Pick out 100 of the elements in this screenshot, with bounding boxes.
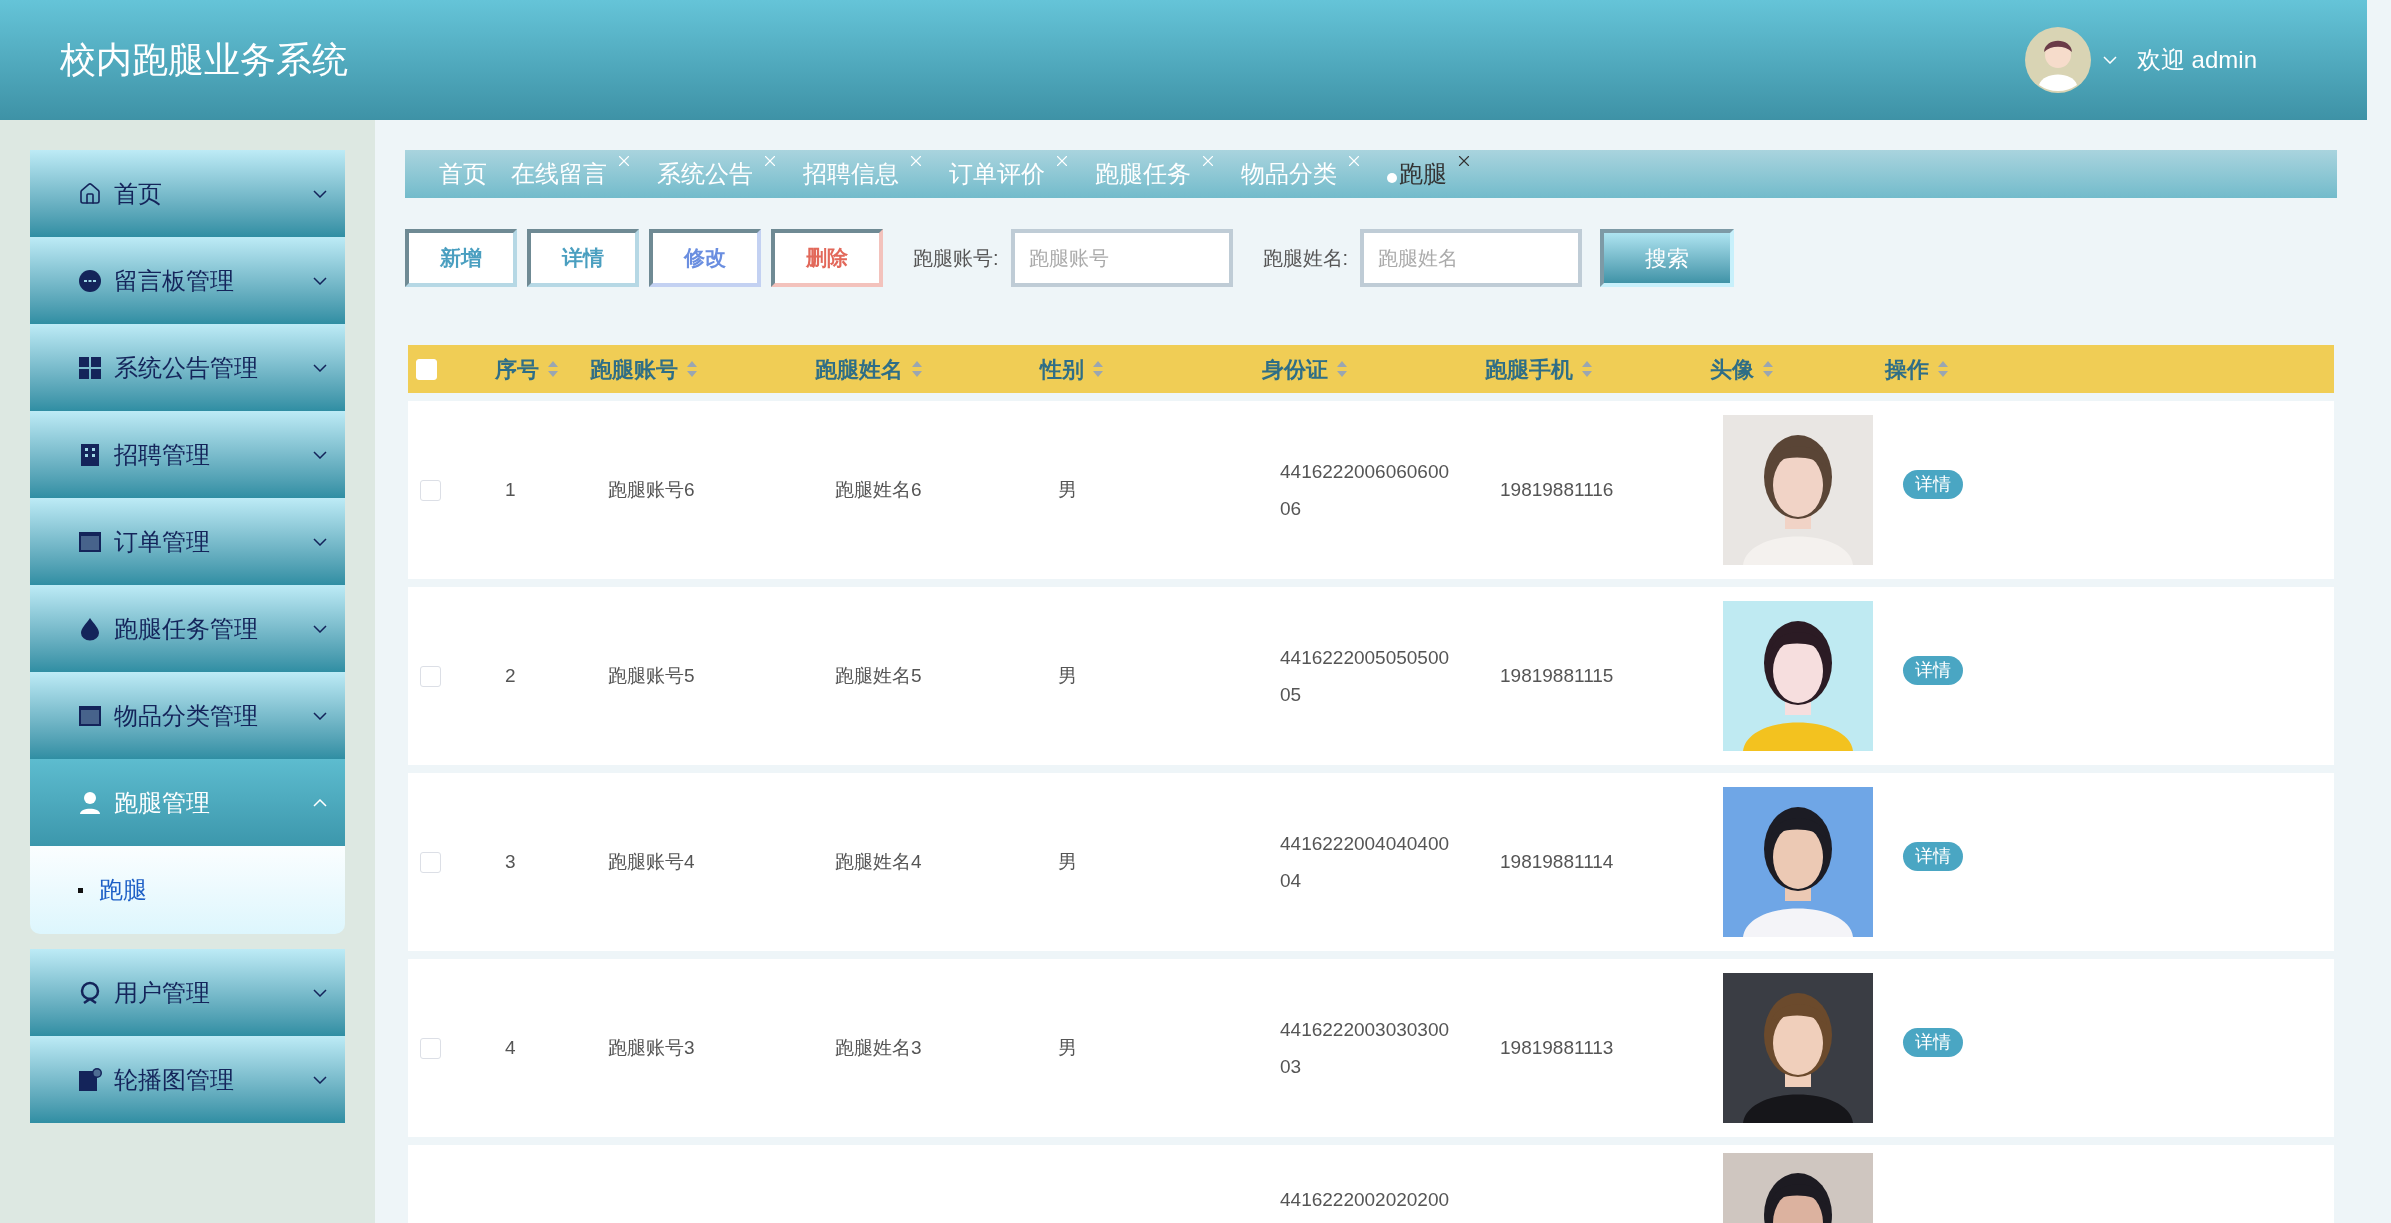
chevron-down-icon	[313, 711, 327, 720]
sort-icon[interactable]	[686, 360, 698, 378]
card-icon	[78, 529, 102, 554]
sort-icon[interactable]	[1937, 360, 1949, 378]
action-button[interactable]: 详情	[527, 229, 639, 287]
table-cell: 3	[505, 850, 516, 872]
chevron-down-icon	[313, 537, 327, 546]
filter-label: 跑腿姓名:	[1262, 246, 1349, 271]
sort-icon[interactable]	[1092, 360, 1104, 378]
sort-icon[interactable]	[911, 360, 923, 378]
column-header[interactable]: 操作	[1885, 352, 1929, 386]
table-cell: 跑腿姓名4	[835, 850, 922, 872]
detail-button[interactable]: 详情	[1903, 469, 1963, 499]
column-header[interactable]: 头像	[1710, 352, 1754, 386]
menu-item[interactable]: 首页	[30, 150, 345, 237]
menu-item[interactable]: 留言板管理	[30, 237, 345, 324]
menu-item[interactable]: 订单管理	[30, 498, 345, 585]
table-cell: 跑腿姓名5	[835, 664, 922, 686]
search-field[interactable]: 跑腿账号	[1010, 229, 1233, 287]
column-header[interactable]: 跑腿姓名	[815, 352, 903, 386]
chevron-up-icon	[313, 798, 327, 807]
table-cell: 19819881114	[1500, 850, 1614, 872]
image-icon	[78, 1067, 102, 1092]
table-cell: 4	[505, 1036, 516, 1058]
person-icon	[78, 790, 102, 815]
table-cell: 19819881116	[1500, 478, 1614, 500]
chevron-down-icon	[313, 1075, 327, 1084]
table-cell: 跑腿账号5	[608, 664, 695, 686]
table-cell-text: 4416222003030300	[1280, 1018, 1451, 1042]
drop-icon	[78, 616, 102, 641]
search-field[interactable]: 跑腿姓名	[1360, 229, 1583, 287]
table-cell: 1	[505, 478, 516, 500]
app-title: 校内跑腿业务系统	[60, 38, 348, 82]
grid-icon	[78, 355, 102, 380]
column-header[interactable]: 跑腿手机	[1485, 352, 1573, 386]
home-icon	[78, 181, 102, 206]
chevron-down-icon	[313, 363, 327, 372]
action-button[interactable]: 新增	[405, 229, 517, 287]
sort-icon[interactable]	[1336, 360, 1348, 378]
search-button[interactable]: 搜索	[1600, 229, 1735, 287]
chevron-down-icon	[313, 624, 327, 633]
building-icon	[78, 442, 102, 467]
detail-button[interactable]: 详情	[1903, 655, 1963, 685]
tab[interactable]: 首页	[439, 156, 487, 192]
sort-icon[interactable]	[547, 360, 559, 378]
chat-bubble-icon	[78, 268, 102, 293]
table-cell-text: 4416222004040400	[1280, 832, 1451, 856]
badge-icon	[78, 980, 102, 1005]
table-cell: 19819881115	[1500, 664, 1614, 686]
tab[interactable]: 招聘信息	[803, 156, 925, 192]
table-cell: 跑腿姓名6	[835, 478, 922, 500]
chevron-down-icon	[313, 189, 327, 198]
table-cell-text: 03	[1280, 1055, 1303, 1079]
table-cell: 男	[1058, 850, 1077, 872]
menu-item[interactable]: 跑腿任务管理	[30, 585, 345, 672]
table-cell-text: 4416222002020200	[1280, 1188, 1451, 1212]
column-header[interactable]: 序号	[495, 352, 539, 386]
table-cell: 19819881113	[1500, 1036, 1614, 1058]
menu-item[interactable]: 招聘管理	[30, 411, 345, 498]
menu-item[interactable]: 用户管理	[30, 949, 345, 1036]
checkbox[interactable]	[420, 1037, 441, 1059]
column-header[interactable]: 身份证	[1262, 352, 1328, 386]
table-cell-text: 05	[1280, 683, 1303, 707]
submenu-item[interactable]: 跑腿	[78, 872, 345, 908]
table-cell: 跑腿账号3	[608, 1036, 695, 1058]
action-button[interactable]: 删除	[771, 229, 883, 287]
tab[interactable]: 跑腿	[1387, 156, 1473, 192]
table-cell-text: 04	[1280, 869, 1303, 893]
filter-label: 跑腿账号:	[913, 246, 999, 271]
column-header[interactable]: 跑腿账号	[590, 352, 678, 386]
column-header[interactable]: 性别	[1040, 352, 1084, 386]
avatar-icon[interactable]	[2024, 27, 2091, 93]
card-icon	[78, 703, 102, 728]
table-cell: 跑腿账号6	[608, 478, 695, 500]
checkbox[interactable]	[420, 479, 441, 501]
tab[interactable]: 跑腿任务	[1095, 156, 1217, 192]
menu-item[interactable]: 物品分类管理	[30, 672, 345, 759]
menu-item[interactable]: 系统公告管理	[30, 324, 345, 411]
table-cell: 男	[1058, 664, 1077, 686]
detail-button[interactable]: 详情	[1903, 1027, 1963, 1057]
welcome-text[interactable]: 欢迎 admin	[2136, 42, 2257, 78]
caret-icon[interactable]	[2102, 56, 2117, 64]
chevron-down-icon	[313, 276, 327, 285]
tab[interactable]: 系统公告	[657, 156, 779, 192]
table-cell: 男	[1058, 1036, 1077, 1058]
checkbox[interactable]	[420, 851, 441, 873]
menu-item[interactable]: 轮播图管理	[30, 1036, 345, 1123]
menu-item[interactable]: 跑腿管理	[30, 759, 345, 846]
chevron-down-icon	[313, 988, 327, 997]
detail-button[interactable]: 详情	[1903, 841, 1963, 871]
tab[interactable]: 物品分类	[1241, 156, 1363, 192]
tab[interactable]: 在线留言	[511, 156, 633, 192]
chevron-down-icon	[313, 450, 327, 459]
tab[interactable]: 订单评价	[949, 156, 1071, 192]
checkbox[interactable]	[420, 665, 441, 687]
table-cell: 男	[1058, 478, 1077, 500]
action-button[interactable]: 修改	[649, 229, 761, 287]
table-cell-text: 4416222006060600	[1280, 460, 1451, 484]
sort-icon[interactable]	[1581, 360, 1593, 378]
sort-icon[interactable]	[1762, 360, 1774, 378]
